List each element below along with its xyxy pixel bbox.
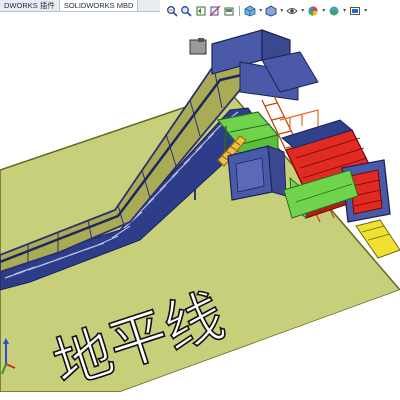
chevron-down-icon[interactable]: ▾ [363,7,368,14]
command-manager-tabs: DWORKS 插件 SOLIDWORKS MBD [0,0,160,12]
chevron-down-icon[interactable]: ▾ [321,7,326,14]
apply-scene-icon[interactable] [328,4,340,17]
reference-triad [1,338,16,375]
heads-up-view-toolbar: ▾ ▾ ▾ ▾ ▾ ▾ [166,3,368,18]
section-view-icon[interactable] [209,4,221,17]
graphics-area[interactable]: 地平线 [0,0,400,400]
chevron-down-icon[interactable]: ▾ [279,7,284,14]
view-settings-icon[interactable] [349,4,361,17]
chevron-down-icon[interactable]: ▾ [258,7,263,14]
zoom-to-area-icon[interactable] [180,4,192,17]
chevron-down-icon[interactable]: ▾ [342,7,347,14]
display-style-icon[interactable] [265,4,277,17]
tab-solidworks-mbd[interactable]: SOLIDWORKS MBD [59,0,139,11]
previous-view-icon[interactable] [195,4,207,17]
dynamic-annotation-icon[interactable] [223,4,235,17]
tab-addins[interactable]: DWORKS 插件 [0,0,60,11]
view-orientation-icon[interactable] [244,4,256,17]
hide-show-items-icon[interactable] [286,4,298,17]
edit-appearance-icon[interactable] [307,4,319,17]
toolbar-separator [239,5,241,16]
control-cabinet [227,145,287,201]
zoom-to-fit-icon[interactable] [166,4,178,17]
chevron-down-icon[interactable]: ▾ [300,7,305,14]
